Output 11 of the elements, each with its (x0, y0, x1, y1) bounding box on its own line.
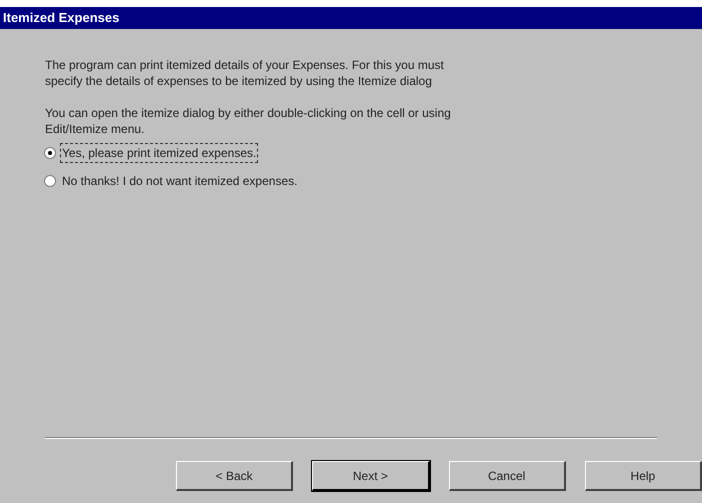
radio-label[interactable]: No thanks! I do not want itemized expenses. (60, 171, 300, 191)
instruction-text: The program can print itemized details of your Expenses. For this you must specify the details of expenses to be itemized by using the Itemize dialog (45, 57, 445, 89)
window-title: Itemized Expenses (3, 9, 120, 28)
dialog-button[interactable]: Help (584, 461, 702, 491)
radio-label[interactable]: Yes, please print itemized expenses. (60, 143, 258, 163)
dialog-button[interactable]: Next > (312, 461, 430, 491)
radio-button[interactable] (44, 147, 56, 159)
dialog-button[interactable]: Cancel (448, 461, 566, 491)
dialog-button[interactable]: < Back (176, 461, 294, 491)
instruction-text: You can open the itemize dialog by either double-clicking on the cell or using Edit/Itemize menu. (45, 105, 452, 137)
radio-button[interactable] (44, 175, 56, 187)
